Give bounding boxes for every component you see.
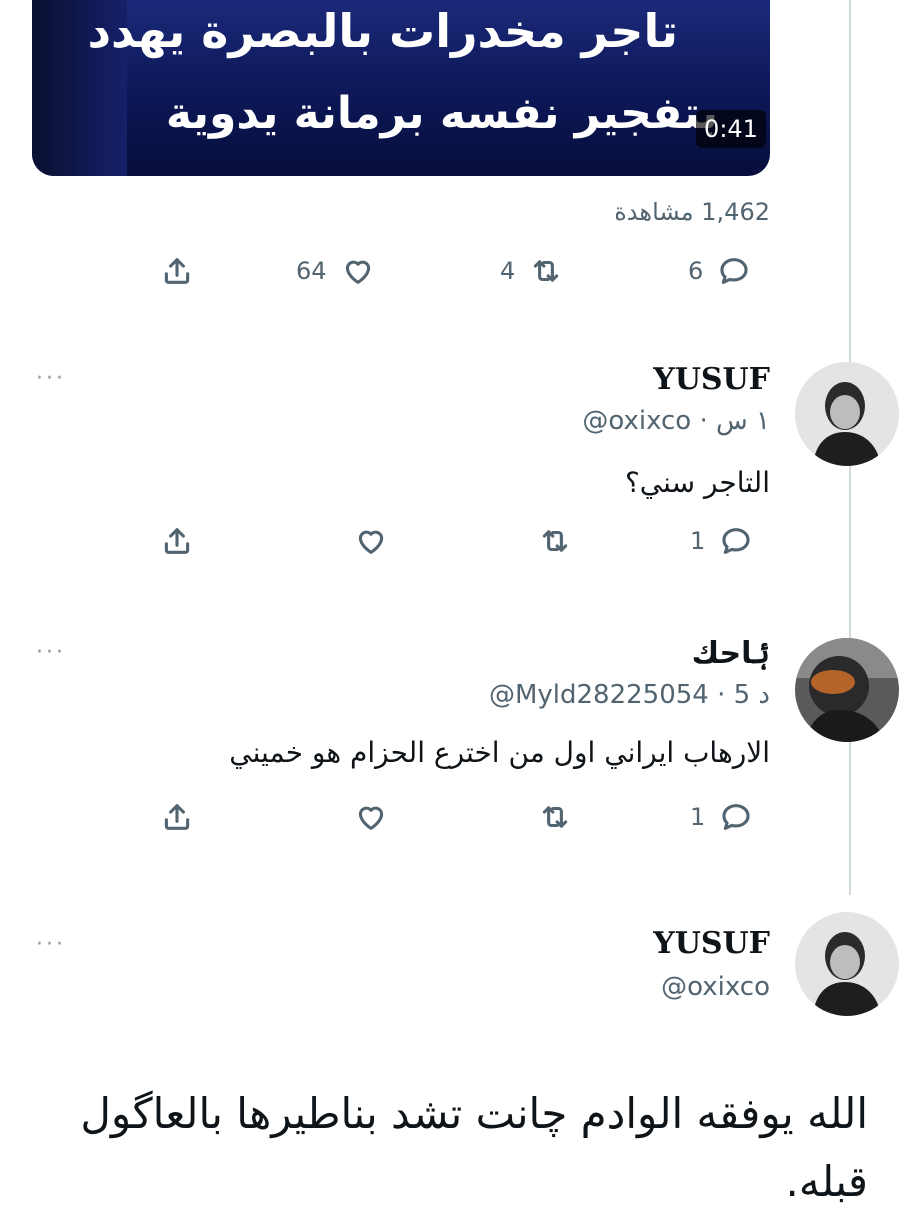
avatar-image bbox=[795, 912, 899, 1016]
retweet-button[interactable] bbox=[538, 524, 572, 558]
reply-count: 1 bbox=[690, 527, 706, 555]
share-button[interactable] bbox=[160, 524, 194, 558]
share-button[interactable] bbox=[160, 254, 194, 288]
display-name[interactable]: YUSUF bbox=[653, 926, 770, 961]
retweet-icon bbox=[534, 260, 559, 282]
like-icon bbox=[358, 530, 384, 554]
like-button[interactable] bbox=[354, 524, 388, 558]
video-headline-line2: بتفجير نفسه برمانة يدوية bbox=[165, 88, 718, 139]
avatar[interactable] bbox=[795, 912, 899, 1016]
tweet-text: الله يوفقه الوادم چانت تشد بناطيرها بالع… bbox=[80, 1089, 868, 1206]
handle[interactable]: @oxixco bbox=[661, 972, 770, 1002]
share-button[interactable] bbox=[160, 800, 194, 834]
share-icon bbox=[164, 804, 190, 830]
retweet-button[interactable] bbox=[538, 800, 572, 834]
retweet-icon bbox=[542, 806, 568, 828]
view-count: 1,462 مشاهدة bbox=[614, 198, 770, 226]
retweet-icon bbox=[542, 530, 568, 552]
reply-text: التاجر سني؟ bbox=[624, 466, 770, 499]
reply-count: 1 bbox=[690, 803, 706, 831]
share-icon bbox=[164, 258, 190, 284]
reply-count: 6 bbox=[688, 257, 704, 285]
reply-button[interactable]: 1 bbox=[690, 524, 753, 558]
retweet-count: 4 bbox=[500, 257, 516, 285]
like-count: 64 bbox=[296, 257, 327, 285]
retweet-button[interactable]: 4 bbox=[500, 254, 563, 288]
reply-icon bbox=[722, 528, 750, 554]
video-card[interactable]: تاجر مخدرات بالبصرة يهدد بتفجير نفسه برم… bbox=[32, 0, 770, 176]
like-button[interactable] bbox=[354, 800, 388, 834]
share-icon bbox=[164, 528, 190, 554]
reply-icon bbox=[720, 258, 748, 284]
avatar[interactable] bbox=[795, 362, 899, 466]
video-duration-badge: 0:41 bbox=[696, 110, 766, 148]
handle-and-time[interactable]: @Myld28225054 · 5 د bbox=[489, 680, 770, 710]
reply-actions: 1 bbox=[0, 800, 904, 840]
avatar-image bbox=[795, 362, 899, 466]
avatar-image bbox=[795, 638, 899, 742]
reply-text: الارهاب ايراني اول من اخترع الحزام هو خم… bbox=[229, 736, 770, 769]
video-headline-line1: تاجر مخدرات بالبصرة يهدد bbox=[87, 4, 678, 58]
like-icon bbox=[358, 806, 384, 830]
more-options-icon[interactable]: ··· bbox=[36, 932, 66, 957]
like-button[interactable]: 64 bbox=[296, 254, 375, 288]
more-options-icon[interactable]: ··· bbox=[36, 640, 66, 665]
main-tweet-actions: 6 4 64 bbox=[0, 254, 904, 294]
reply-actions: 1 bbox=[0, 524, 904, 564]
more-options-icon[interactable]: ··· bbox=[36, 366, 66, 391]
like-icon bbox=[345, 260, 370, 284]
display-name[interactable]: ۂاحك bbox=[692, 636, 770, 671]
reply-icon bbox=[722, 804, 750, 830]
reply-button[interactable]: 1 bbox=[690, 800, 753, 834]
reply-button[interactable]: 6 bbox=[688, 254, 751, 288]
display-name[interactable]: YUSUF bbox=[653, 362, 770, 397]
handle-and-time[interactable]: @oxixco · ١ س bbox=[582, 406, 770, 436]
avatar[interactable] bbox=[795, 638, 899, 742]
